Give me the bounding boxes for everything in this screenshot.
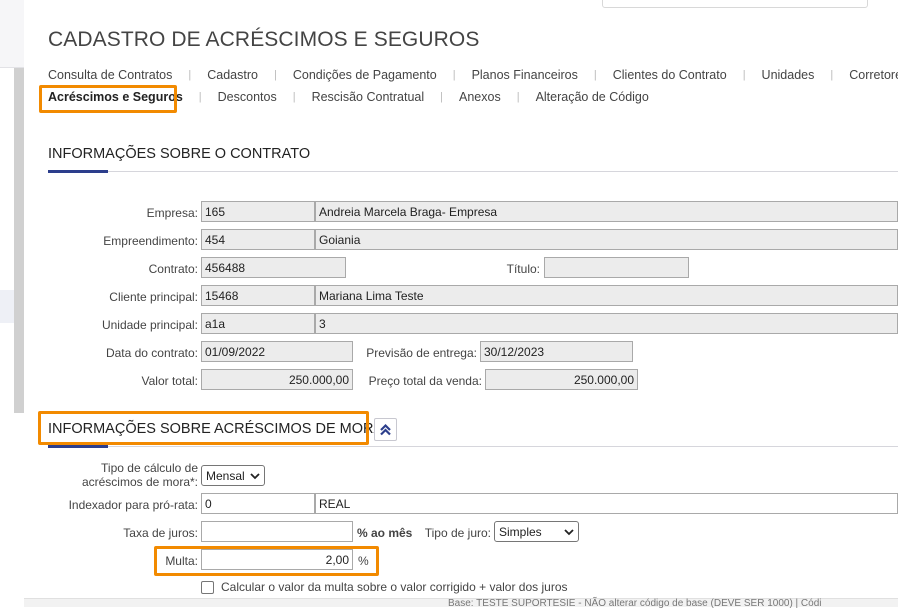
- valor-total-field[interactable]: 250.000,00: [201, 369, 353, 390]
- section-divider: [48, 446, 898, 447]
- empreendimento-name-field[interactable]: Goiania: [315, 229, 898, 250]
- empreendimento-label: Empreendimento:: [103, 234, 198, 248]
- data-contrato-field[interactable]: 01/09/2022: [201, 341, 353, 362]
- tab-separator: |: [593, 69, 597, 81]
- chevron-down-icon: [564, 528, 574, 535]
- tipo-calculo-label-line1: Tipo de cálculo de: [101, 461, 198, 475]
- titulo-field[interactable]: [544, 257, 689, 278]
- tipo-calculo-label-line2: acréscimos de mora*:: [81, 475, 198, 489]
- tipo-juro-value: Simples: [499, 524, 542, 539]
- tab-separator: |: [440, 91, 443, 103]
- top-search-field[interactable]: [602, 0, 868, 8]
- section-title-contrato: INFORMAÇÕES SOBRE O CONTRATO: [48, 146, 311, 162]
- tab-separator: |: [830, 69, 834, 81]
- cliente-name-field[interactable]: Mariana Lima Teste: [315, 285, 898, 306]
- tab-separator: |: [292, 91, 296, 103]
- multa-label: Multa:: [165, 554, 198, 568]
- tab-separator: |: [516, 91, 520, 103]
- empresa-label: Empresa:: [146, 206, 198, 220]
- cliente-principal-label: Cliente principal:: [109, 290, 198, 304]
- tipo-calculo-select[interactable]: Mensal: [201, 465, 265, 486]
- calcular-multa-checkbox-label: Calcular o valor da multa sobre o valor …: [221, 580, 568, 594]
- section-divider-accent: [48, 445, 108, 448]
- tipo-calculo-label: Tipo de cálculo de acréscimos de mora*:: [60, 461, 198, 489]
- tab-corretores[interactable]: Corretores: [849, 68, 898, 82]
- left-pane-header: [0, 0, 24, 68]
- tab-alteracao-de-codigo[interactable]: Alteração de Código: [536, 90, 649, 104]
- tab-consulta-de-contratos[interactable]: Consulta de Contratos: [48, 68, 172, 82]
- indexador-pro-rata-label: Indexador para pró-rata:: [68, 498, 198, 512]
- indexador-name-field[interactable]: REAL: [315, 493, 898, 514]
- tab-unidades[interactable]: Unidades: [762, 68, 815, 82]
- tab-planos-financeiros[interactable]: Planos Financeiros: [472, 68, 578, 82]
- footer-base-text: Base: TESTE SUPORTESIE - NÃO alterar cód…: [448, 598, 822, 609]
- left-pane-scrollbar[interactable]: [14, 68, 24, 413]
- tab-separator: |: [273, 69, 277, 81]
- contrato-field[interactable]: 456488: [201, 257, 346, 278]
- tipo-juro-select[interactable]: Simples: [494, 521, 579, 542]
- left-pane-selected-item[interactable]: [0, 290, 14, 323]
- empresa-code-field[interactable]: 165: [201, 201, 315, 222]
- unidade-name-field[interactable]: 3: [315, 313, 898, 334]
- taxa-juros-unit: % ao mês: [357, 526, 413, 540]
- taxa-juros-label: Taxa de juros:: [123, 526, 198, 540]
- empresa-name-field[interactable]: Andreia Marcela Braga- Empresa: [315, 201, 898, 222]
- tipo-calculo-value: Mensal: [206, 468, 245, 483]
- data-contrato-label: Data do contrato:: [105, 346, 198, 360]
- empreendimento-code-field[interactable]: 454: [201, 229, 315, 250]
- collapse-section-button[interactable]: [374, 418, 397, 441]
- tipo-juro-label: Tipo de juro:: [424, 526, 491, 540]
- tab-acrescimos-e-seguros[interactable]: Acréscimos e Seguros: [48, 90, 183, 104]
- tab-separator: |: [188, 69, 192, 81]
- tab-separator: |: [742, 69, 746, 81]
- multa-field[interactable]: 2,00: [201, 549, 353, 570]
- tab-separator: |: [198, 91, 202, 103]
- tab-cadastro[interactable]: Cadastro: [207, 68, 258, 82]
- section-divider: [48, 171, 898, 172]
- chevron-down-icon: [250, 472, 260, 479]
- tab-separator: |: [452, 69, 456, 81]
- tab-descontos[interactable]: Descontos: [218, 90, 277, 104]
- tab-anexos[interactable]: Anexos: [459, 90, 501, 104]
- tab-clientes-do-contrato[interactable]: Clientes do Contrato: [613, 68, 727, 82]
- section-title-mora: INFORMAÇÕES SOBRE ACRÉSCIMOS DE MORA: [48, 421, 384, 437]
- tabs-row-1: Consulta de Contratos | Cadastro | Condi…: [48, 68, 898, 82]
- calcular-multa-checkbox[interactable]: [201, 581, 214, 594]
- tab-condicoes-de-pagamento[interactable]: Condições de Pagamento: [293, 68, 437, 82]
- double-chevron-up-icon: [380, 423, 391, 436]
- tab-rescisao-contratual[interactable]: Rescisão Contratual: [312, 90, 425, 104]
- unidade-principal-label: Unidade principal:: [101, 318, 198, 332]
- section-divider-accent: [48, 170, 108, 173]
- unidade-code-field[interactable]: a1a: [201, 313, 315, 334]
- contrato-label: Contrato:: [148, 262, 198, 276]
- page-title: CADASTRO DE ACRÉSCIMOS E SEGUROS: [48, 28, 480, 51]
- previsao-entrega-label: Previsão de entrega:: [366, 346, 477, 360]
- left-pane: [0, 0, 24, 607]
- valor-total-label: Valor total:: [141, 374, 198, 388]
- taxa-juros-field[interactable]: [201, 521, 353, 542]
- preco-total-venda-label: Preço total da venda:: [368, 374, 482, 388]
- preco-total-venda-field[interactable]: 250.000,00: [485, 369, 638, 390]
- multa-unit: %: [358, 554, 369, 568]
- previsao-entrega-field[interactable]: 30/12/2023: [480, 341, 633, 362]
- cliente-code-field[interactable]: 15468: [201, 285, 315, 306]
- indexador-code-field[interactable]: 0: [201, 493, 315, 514]
- titulo-label: Título:: [506, 262, 540, 276]
- tabs-row-2: Acréscimos e Seguros | Descontos | Resci…: [48, 90, 649, 104]
